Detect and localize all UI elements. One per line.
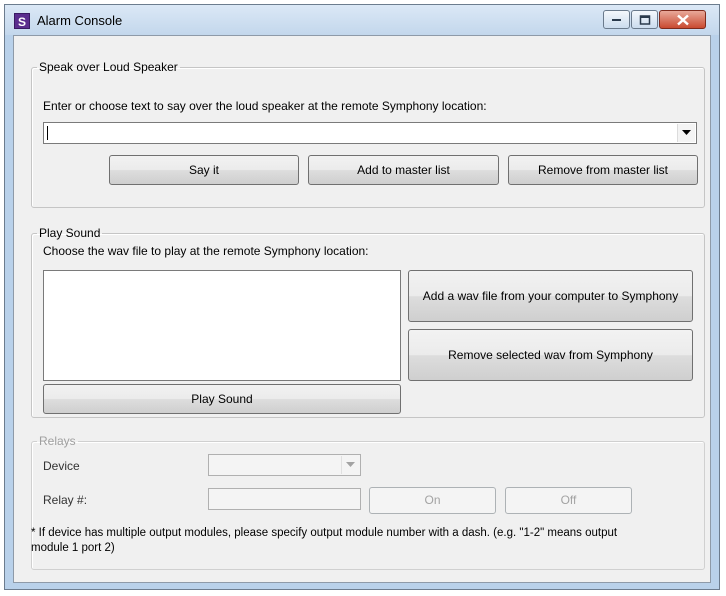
relay-on-button[interactable]: On (369, 487, 496, 514)
speak-text-combo[interactable] (43, 122, 697, 144)
close-button[interactable] (659, 10, 706, 29)
speak-legend: Speak over Loud Speaker (39, 60, 178, 74)
play-sound-instruction: Choose the wav file to play at the remot… (43, 244, 369, 258)
chevron-down-icon (682, 130, 691, 135)
chevron-down-icon (346, 462, 355, 467)
speak-dropdown-arrow[interactable] (677, 124, 695, 142)
maximize-icon (639, 14, 650, 25)
relays-legend: Relays (39, 434, 76, 448)
window-title: Alarm Console (37, 13, 123, 28)
maximize-button[interactable] (631, 10, 658, 29)
remove-wav-button[interactable]: Remove selected wav from Symphony (408, 329, 693, 381)
relay-number-input[interactable] (208, 488, 361, 510)
add-to-master-list-button[interactable]: Add to master list (308, 155, 499, 185)
remove-from-master-list-button[interactable]: Remove from master list (508, 155, 698, 185)
alarm-console-window: S Alarm Console Speak over Loud Speaker … (4, 4, 720, 590)
client-area: Speak over Loud Speaker Enter or choose … (13, 35, 711, 583)
device-combo[interactable] (208, 454, 361, 476)
app-icon: S (14, 13, 30, 29)
say-it-button[interactable]: Say it (109, 155, 299, 185)
minimize-button[interactable] (603, 10, 630, 29)
device-dropdown-arrow[interactable] (341, 456, 359, 474)
close-icon (676, 14, 689, 25)
minimize-icon (611, 18, 621, 21)
play-sound-button[interactable]: Play Sound (43, 384, 401, 414)
relays-note: * If device has multiple output modules,… (31, 527, 618, 554)
relay-off-button[interactable]: Off (505, 487, 632, 514)
device-label: Device (43, 459, 80, 473)
title-bar[interactable]: S Alarm Console (5, 5, 719, 35)
relay-number-label: Relay #: (43, 493, 88, 507)
wav-file-list[interactable] (43, 270, 401, 381)
play-sound-legend: Play Sound (39, 226, 101, 240)
add-wav-file-button[interactable]: Add a wav file from your computer to Sym… (408, 270, 693, 322)
speak-instruction: Enter or choose text to say over the lou… (43, 99, 487, 113)
text-caret (47, 126, 48, 140)
